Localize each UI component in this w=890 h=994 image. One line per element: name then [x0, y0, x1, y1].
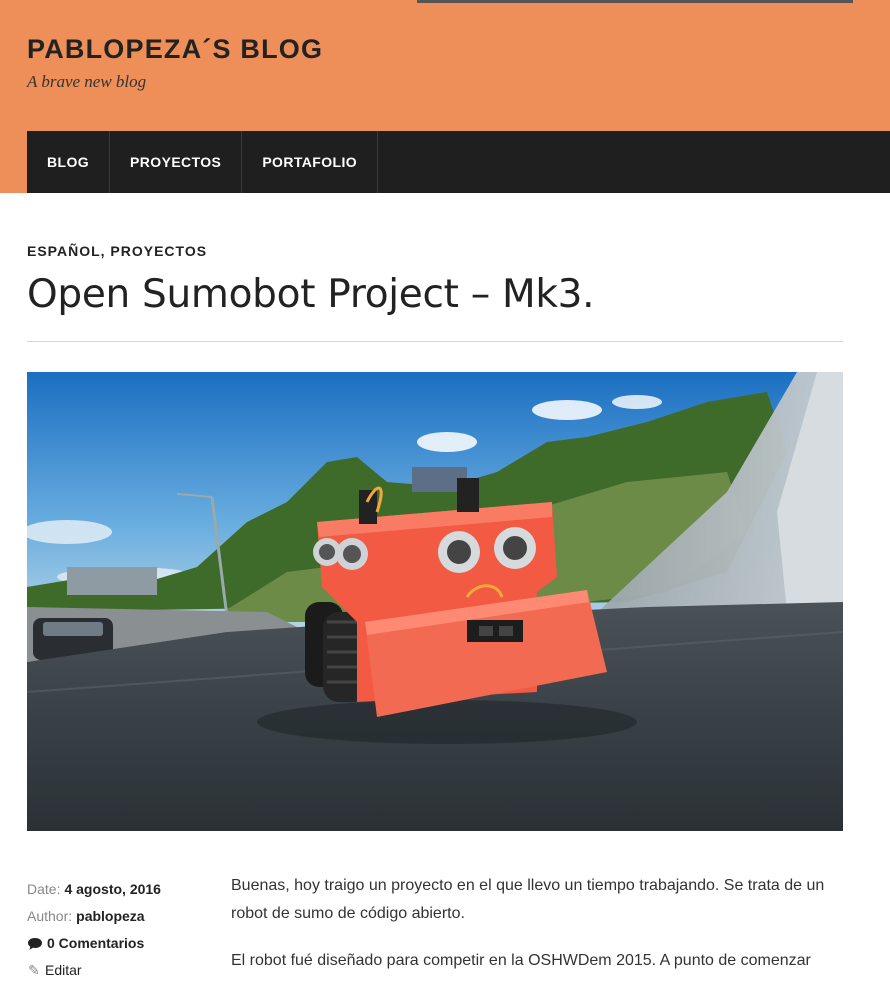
search-bar-edge[interactable] [417, 0, 853, 3]
pencil-icon: ✎ [28, 962, 40, 978]
nav-item-portafolio[interactable]: PORTAFOLIO [242, 131, 379, 193]
comment-icon [27, 930, 43, 957]
post-date[interactable]: 4 agosto, 2016 [64, 876, 161, 903]
comments-link[interactable]: 0 Comentarios [47, 930, 144, 957]
site-description: A brave new blog [27, 72, 147, 91]
post-author[interactable]: pablopeza [76, 903, 144, 930]
post-categories: ESPAÑOL, PROYECTOS [27, 243, 207, 259]
site-title[interactable]: PABLOPEZA´S BLOG [27, 34, 323, 65]
main-navigation: BLOG PROYECTOS PORTAFOLIO [27, 131, 890, 193]
post-paragraph: Buenas, hoy traigo un proyecto en el que… [231, 877, 825, 922]
date-label: Date: [27, 881, 61, 897]
category-link-proyectos[interactable]: PROYECTOS [110, 243, 207, 259]
featured-image [27, 372, 843, 831]
post-date-row: Date: 4 agosto, 2016 [27, 876, 217, 903]
post-meta: Date: 4 agosto, 2016 Author: pablopeza 0… [27, 876, 217, 984]
comments-row: 0 Comentarios [27, 930, 217, 957]
post-paragraph: El robot fué diseñado para competir en l… [231, 952, 811, 969]
title-divider [27, 341, 843, 342]
edit-row: ✎ Editar [27, 957, 217, 984]
edit-link[interactable]: Editar [45, 957, 82, 984]
post-title: Open Sumobot Project – Mk3. [27, 272, 595, 317]
author-label: Author: [27, 908, 73, 924]
category-link-espanol[interactable]: ESPAÑOL [27, 243, 101, 259]
post-author-row: Author: pablopeza [27, 903, 217, 930]
post-content: Buenas, hoy traigo un proyecto en el que… [231, 872, 843, 994]
nav-item-blog[interactable]: BLOG [27, 131, 111, 193]
site-header: PABLOPEZA´S BLOG A brave new blog BLOG P… [0, 0, 890, 193]
category-separator: , [100, 243, 111, 259]
nav-item-proyectos[interactable]: PROYECTOS [110, 131, 243, 193]
